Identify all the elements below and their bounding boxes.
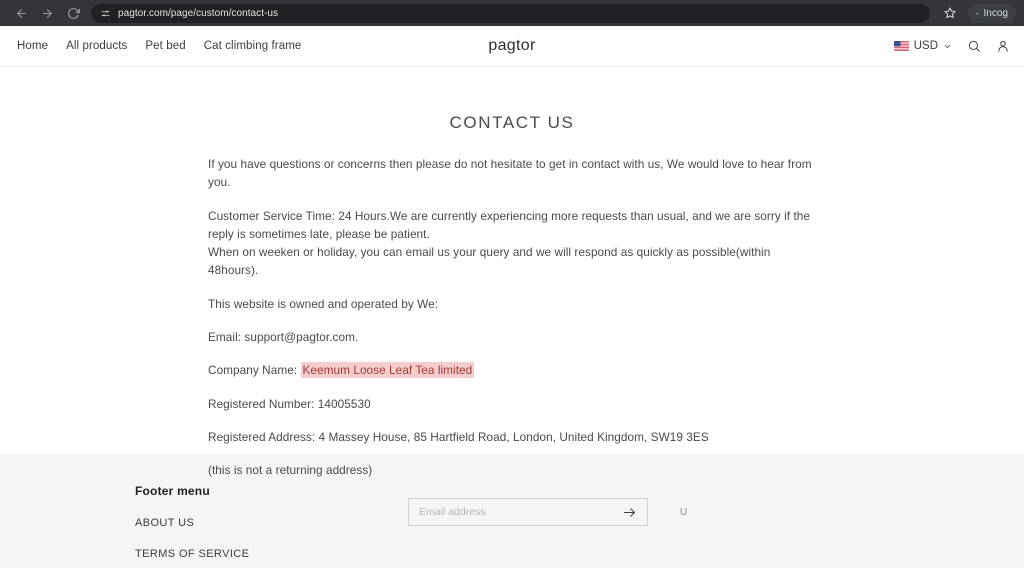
company-name-value: Keemum Loose Leaf Tea limited — [300, 362, 475, 379]
site-footer: Footer menu ABOUT US TERMS OF SERVICE CO… — [0, 454, 1024, 568]
incognito-indicator[interactable]: Incog — [968, 3, 1016, 23]
newsletter-signup-column — [408, 484, 648, 526]
newsletter-submit-button[interactable] — [622, 505, 637, 520]
bookmark-star-icon[interactable] — [938, 1, 962, 25]
footer-link-about-us[interactable]: ABOUT US — [135, 517, 194, 529]
company-name-paragraph: Company Name: Keemum Loose Leaf Tea limi… — [208, 361, 818, 379]
nav-item-cat-climbing-frame[interactable]: Cat climbing frame — [195, 34, 311, 58]
nav-item-all-products[interactable]: All products — [57, 34, 136, 58]
url-text: pagtor.com/page/custom/contact-us — [118, 7, 279, 19]
ownership-paragraph: This website is owned and operated by We… — [208, 296, 439, 311]
arrow-right-icon — [624, 507, 635, 517]
address-bar[interactable]: pagtor.com/page/custom/contact-us — [91, 3, 930, 23]
nav-item-pet-bed[interactable]: Pet bed — [136, 34, 194, 58]
registered-number-paragraph: Registered Number: 14005530 — [208, 396, 371, 411]
account-icon[interactable] — [996, 39, 1010, 53]
contact-content: If you have questions or concerns then p… — [206, 155, 818, 479]
company-name-label: Company Name: — [208, 363, 298, 378]
registered-address-paragraph: Registered Address: 4 Massey House, 85 H… — [208, 429, 709, 444]
social-icon[interactable]: U — [680, 507, 687, 518]
back-button[interactable] — [8, 0, 34, 26]
main-content: CONTACT US If you have questions or conc… — [0, 67, 1024, 477]
main-navigation: Home All products Pet bed Cat climbing f… — [8, 34, 310, 58]
forward-button[interactable] — [34, 0, 60, 26]
reload-button[interactable] — [60, 0, 86, 26]
currency-selector[interactable]: USD — [893, 40, 952, 52]
service-time-text: Customer Service Time: 24 Hours.We are c… — [208, 208, 810, 241]
currency-code: USD — [913, 40, 938, 52]
chevron-down-icon — [943, 42, 952, 51]
footer-menu-heading: Footer menu — [135, 484, 210, 498]
browser-toolbar: pagtor.com/page/custom/contact-us Incog — [0, 0, 1024, 26]
site-header: Home All products Pet bed Cat climbing f… — [0, 26, 1024, 67]
nav-item-home[interactable]: Home — [8, 34, 57, 58]
social-links-column: U — [648, 484, 687, 520]
incognito-icon — [976, 12, 979, 14]
weekend-policy-text: When on weeken or holiday, you can email… — [208, 245, 771, 278]
page-title: CONTACT US — [449, 113, 575, 132]
footer-menu-column: Footer menu ABOUT US TERMS OF SERVICE CO… — [135, 484, 408, 568]
tune-icon[interactable] — [100, 8, 111, 19]
list-item: TERMS OF SERVICE — [135, 544, 408, 562]
email-field[interactable] — [419, 506, 622, 518]
list-item: ABOUT US — [135, 513, 408, 531]
footer-link-terms-of-service[interactable]: TERMS OF SERVICE — [135, 548, 249, 560]
email-paragraph: Email: support@pagtor.com. — [208, 329, 359, 344]
us-flag-icon — [893, 41, 909, 51]
incognito-label: Incog — [983, 7, 1008, 19]
search-icon[interactable] — [967, 39, 981, 53]
header-actions: USD — [893, 39, 1010, 53]
footer-links-list: ABOUT US TERMS OF SERVICE CONTACT US — [135, 513, 408, 568]
browser-actions: Incog — [938, 1, 1016, 25]
newsletter-form — [408, 498, 648, 526]
service-time-paragraph: Customer Service Time: 24 Hours.We are c… — [208, 207, 818, 280]
intro-paragraph: If you have questions or concerns then p… — [208, 157, 812, 190]
footer-inner: Footer menu ABOUT US TERMS OF SERVICE CO… — [0, 484, 1024, 568]
